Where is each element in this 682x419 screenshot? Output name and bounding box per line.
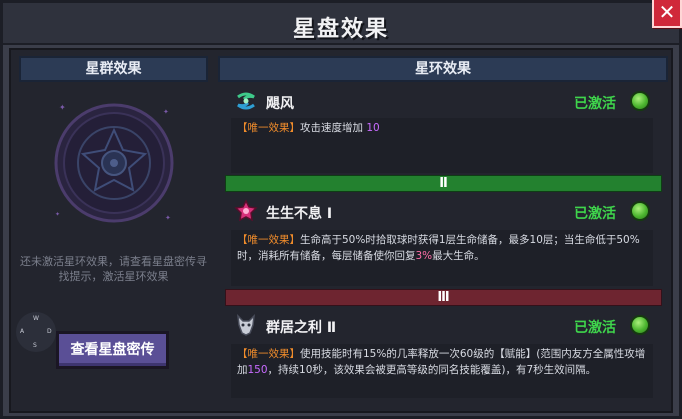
effect-name: 飓风	[266, 96, 294, 112]
svg-text:✦: ✦	[165, 214, 171, 222]
effect-item: 群居之利 Ⅱ 已激活 【唯一效果】使用技能时有15%的几率释放一次60级的【赋能…	[225, 308, 662, 398]
star-ring-header: 星环效果	[218, 56, 668, 82]
effect-desc-text: 攻击速度增加	[300, 122, 363, 134]
tier-3-divider: Ⅲ	[225, 289, 662, 306]
compass-east: D	[47, 328, 52, 335]
active-indicator-icon	[630, 201, 650, 221]
effect-description: 【唯一效果】攻击速度增加 10	[231, 118, 653, 173]
effect-name: 生生不息 Ⅰ	[266, 206, 333, 222]
compass-north: W	[33, 315, 39, 322]
effect-item: 生生不息 Ⅰ 已激活 【唯一效果】生命高于50%时拾取球时获得1层生命储备，最多…	[225, 194, 662, 286]
tier-label: Ⅱ	[439, 176, 448, 191]
window-title: 星盘效果	[292, 17, 389, 42]
unique-effect-tag: 【唯一效果】	[237, 122, 300, 134]
effect-item: 飓风 已激活 【唯一效果】攻击速度增加 10	[225, 84, 662, 174]
wolf-head-icon	[237, 313, 255, 336]
effect-status: 已激活	[574, 206, 616, 222]
effect-description: 【唯一效果】使用技能时有15%的几率释放一次60级的【赋能】(范围内友方全属性攻…	[231, 344, 653, 398]
effect-desc-tail: ，持续10秒，该效果会被更高等级的同名技能覆盖)，有7秒生效间隔。	[267, 364, 597, 376]
active-indicator-icon	[630, 91, 650, 111]
star-disk-emblem: ✦ ✦ ✦ ✦	[54, 103, 174, 223]
effect-desc-tail: 最大生命。	[432, 250, 485, 262]
effect-desc-value: 3%	[415, 250, 433, 262]
effect-desc-value: 10	[366, 122, 380, 134]
constellation-hint-text: 还未激活星环效果，请查看星盘密传寻找提示，激活星环效果	[20, 255, 207, 283]
view-star-disk-lore-button[interactable]: 查看星盘密传	[56, 331, 169, 369]
constellation-header: 星群效果	[19, 56, 208, 82]
svg-text:✦: ✦	[55, 211, 60, 218]
unique-effect-tag: 【唯一效果】	[237, 348, 300, 360]
effect-name: 群居之利 Ⅱ	[266, 320, 337, 336]
svg-text:✦: ✦	[163, 108, 169, 116]
constellation-panel: 星群效果 ✦ ✦ ✦ ✦ 还未激活星环效果，请查看星盘密传寻找提示，激活星环效果…	[16, 56, 208, 401]
effect-list[interactable]: 飓风 已激活 【唯一效果】攻击速度增加 10 Ⅱ 生生不息 Ⅰ 已激活 【唯一效…	[225, 84, 662, 398]
active-indicator-icon	[630, 315, 650, 335]
effect-status: 已激活	[574, 320, 616, 336]
compass-west: A	[20, 328, 25, 335]
unique-effect-tag: 【唯一效果】	[237, 234, 300, 246]
tier-2-divider: Ⅱ	[225, 175, 662, 192]
compass-south: S	[33, 342, 37, 349]
effect-description: 【唯一效果】生命高于50%时拾取球时获得1层生命储备，最多10层；当生命低于50…	[231, 230, 653, 286]
star-ring-panel: 星环效果 飓风 已激活 【唯一效果】攻击速度增加 10 Ⅱ 生生不息 Ⅰ 已激活…	[218, 56, 668, 401]
tier-label: Ⅲ	[437, 290, 450, 305]
titlebar: 星盘效果	[3, 3, 679, 45]
gem-flower-icon	[234, 199, 258, 222]
effect-status: 已激活	[574, 96, 616, 112]
compass-widget: W D S A	[16, 312, 56, 352]
effect-desc-value: 150	[247, 364, 268, 376]
close-button[interactable]: ✕	[652, 0, 682, 28]
hurricane-icon	[237, 92, 255, 110]
close-icon: ✕	[658, 0, 676, 24]
svg-text:✦: ✦	[59, 103, 66, 112]
